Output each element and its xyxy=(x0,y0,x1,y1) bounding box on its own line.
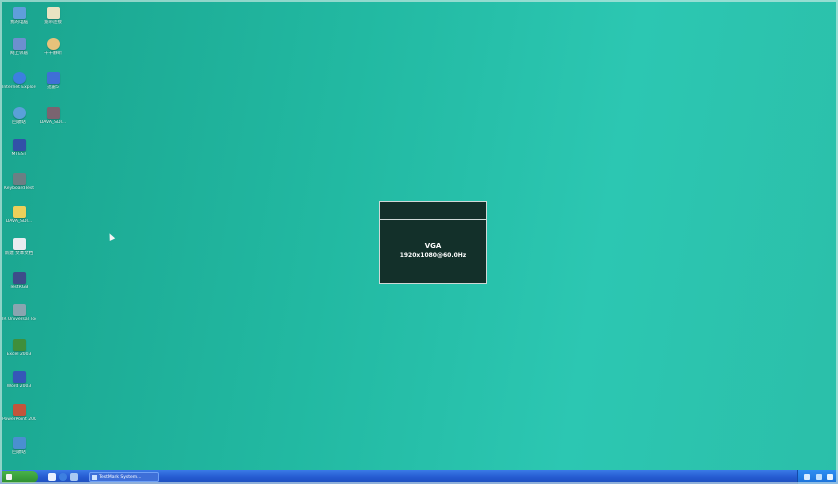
video-file-icon xyxy=(46,107,60,119)
excel-icon xyxy=(12,339,26,351)
desktop-icon-ir-tool[interactable]: IR Universal Tool xyxy=(2,304,36,322)
keyboard-icon xyxy=(12,173,26,185)
desktop-icon-network-places[interactable]: 网上邻居 xyxy=(2,38,36,56)
network-places-icon xyxy=(12,38,26,50)
desktop-icon-powerpoint[interactable]: PowerPoint 2003 xyxy=(2,404,36,422)
desktop-icon-label: Excel 2003 xyxy=(6,352,32,357)
desktop-icon-label: TestRGB xyxy=(9,285,29,290)
taskbar-window-button[interactable]: TestMark System... xyxy=(89,472,159,482)
folder-icon xyxy=(12,206,26,218)
desktop-icon-label: IR Universal Tool xyxy=(2,317,36,322)
powerpoint-icon xyxy=(12,404,26,416)
desktop-icon-label: 我的电脑 xyxy=(10,20,28,25)
show-desktop-icon[interactable] xyxy=(48,473,56,481)
desktop-icon-label: KeyboardTest xyxy=(3,186,34,191)
media-player-quicklaunch-icon[interactable] xyxy=(70,473,78,481)
thunder-icon xyxy=(46,72,60,84)
desktop-icon-music-player[interactable]: 千千静听 xyxy=(36,38,70,56)
word-icon xyxy=(12,371,26,383)
desktop-icon-label: MTEST xyxy=(11,152,27,157)
desktop-icon-label: 回收站 xyxy=(12,450,26,455)
tray-volume-icon[interactable] xyxy=(816,474,822,480)
osd-input-info: VGA 1920x1080@60.0Hz xyxy=(379,201,487,284)
desktop-icon-text-file[interactable]: 新建 文本文档 xyxy=(2,238,36,256)
trash-icon xyxy=(12,437,26,449)
monitor-test-icon xyxy=(12,139,26,151)
desktop-icon-label: 网上邻居 xyxy=(10,51,28,56)
music-player-icon xyxy=(46,38,60,50)
system-tray xyxy=(797,470,838,484)
desktop-icon-my-computer[interactable]: 我的电脑 xyxy=(2,7,36,25)
desktop-icon-mtest[interactable]: MTEST xyxy=(2,139,36,157)
window-app-icon xyxy=(92,475,97,480)
desktop-icon-test-rgb[interactable]: TestRGB xyxy=(2,272,36,290)
desktop-icon-internet-explorer[interactable]: Internet Explorer xyxy=(2,72,36,90)
tray-network-icon[interactable] xyxy=(804,474,810,480)
desktop-icon-folder[interactable]: DAVA_SDI... xyxy=(2,206,36,224)
text-file-icon xyxy=(12,238,26,250)
windows-start-icon xyxy=(6,474,12,480)
tray-security-icon[interactable] xyxy=(827,474,833,480)
desktop-icon-label: 新建 文本文档 xyxy=(4,251,34,256)
desktop-icon-excel[interactable]: Excel 2003 xyxy=(2,339,36,357)
desktop-icon-video[interactable]: DAVA_SDI... xyxy=(36,107,70,125)
desktop-icon-label: 宽带连接 xyxy=(44,20,62,25)
desktop-icon-label: DAVA_SDI... xyxy=(39,120,67,125)
rgb-test-icon xyxy=(12,272,26,284)
desktop-icon-keyboard-test[interactable]: KeyboardTest xyxy=(2,173,36,191)
desktop-icon-label: 千千静听 xyxy=(44,51,62,56)
internet-explorer-quicklaunch-icon[interactable] xyxy=(59,473,67,481)
desktop-icon-thunder[interactable]: 迅雷5 xyxy=(36,72,70,90)
network-icon xyxy=(46,7,60,19)
ir-tool-icon xyxy=(12,304,26,316)
desktop-icon-label: 回收站 xyxy=(12,120,26,125)
recycle-bin-icon xyxy=(12,107,26,119)
desktop-icon-word[interactable]: Word 2003 xyxy=(2,371,36,389)
taskbar-window-label: TestMark System... xyxy=(99,475,142,480)
my-computer-icon xyxy=(12,7,26,19)
desktop-icon-label: Word 2003 xyxy=(6,384,32,389)
osd-input-source: VGA xyxy=(424,242,442,250)
internet-explorer-icon xyxy=(12,72,26,84)
start-button[interactable] xyxy=(2,471,38,483)
desktop-icon-label: PowerPoint 2003 xyxy=(2,417,36,422)
desktop: 我的电脑 网上邻居 Internet Explorer 回收站 MTEST Ke… xyxy=(0,0,838,470)
desktop-icon-recycle[interactable]: 回收站 xyxy=(2,107,36,125)
osd-resolution: 1920x1080@60.0Hz xyxy=(399,252,467,259)
taskbar: TestMark System... xyxy=(0,470,838,484)
desktop-icon-trash[interactable]: 回收站 xyxy=(2,437,36,455)
mouse-cursor-icon xyxy=(106,232,116,241)
desktop-icon-label: DAVA_SDI... xyxy=(5,219,33,224)
desktop-icon-broadband[interactable]: 宽带连接 xyxy=(36,7,70,25)
osd-divider xyxy=(380,219,486,220)
desktop-icon-label: 迅雷5 xyxy=(47,85,59,90)
desktop-icon-label: Internet Explorer xyxy=(2,85,36,90)
